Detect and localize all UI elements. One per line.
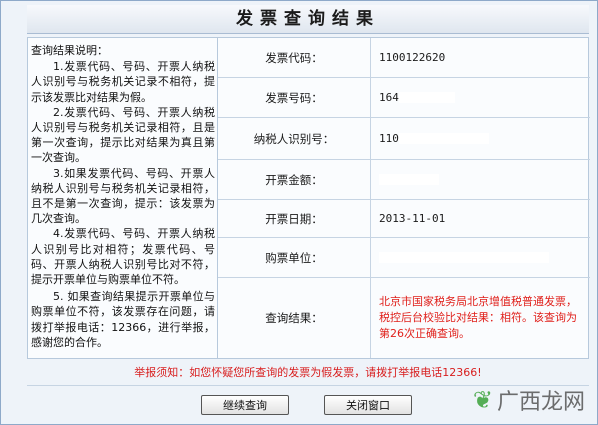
amount-cell: [371, 160, 590, 199]
query-result-window: 发票查询结果 查询结果说明： 1.发票代码、号码、开票人纳税人识别号与税务机关记…: [0, 0, 598, 425]
report-notice: 举报须知：如您怀疑您所查询的发票为假发票，请拨打举报电话12366!: [27, 361, 589, 386]
invoice-code-value: 1100122620: [379, 51, 446, 64]
watermark: ❦ 广西龙网: [472, 386, 585, 415]
row-buyer: 购票单位：: [218, 238, 590, 278]
watermark-text: 广西龙网: [496, 390, 585, 415]
notes-panel: 查询结果说明： 1.发票代码、号码、开票人纳税人识别号与税务机关记录不相符，提示…: [28, 38, 218, 358]
taxpayer-id-cell: 110: [371, 118, 590, 159]
row-invoice-code: 发票代码： 1100122620: [218, 38, 590, 78]
invoice-code-label: 发票代码：: [218, 38, 371, 77]
invoice-number-label: 发票号码：: [218, 78, 371, 117]
date-label: 开票日期：: [218, 200, 371, 237]
row-date: 开票日期： 2013-11-01: [218, 200, 590, 238]
note-item-2: 2.发票代码、号码、开票人纳税人识别号与税务机关记录相符，且是第一次查询，提示比…: [31, 105, 215, 165]
redaction-mask: [379, 174, 439, 185]
result-label: 查询结果：: [218, 278, 371, 358]
redaction-mask: [398, 133, 489, 144]
redaction-mask: [398, 92, 455, 103]
note-item-1: 1.发票代码、号码、开票人纳税人识别号与税务机关记录不相符，提示该发票比对结果为…: [31, 60, 215, 104]
title-bar: 发票查询结果: [27, 5, 589, 34]
invoice-number-value: 164: [379, 91, 399, 104]
buyer-cell: [371, 238, 590, 277]
row-invoice-number: 发票号码： 164: [218, 78, 590, 118]
amount-label: 开票金额：: [218, 160, 371, 199]
invoice-number-cell: 164: [371, 78, 590, 117]
taxpayer-id-value: 110: [379, 132, 399, 145]
page-title: 发票查询结果: [236, 9, 380, 29]
taxpayer-id-label: 纳税人识别号：: [218, 118, 371, 159]
leaf-icon: ❦: [472, 386, 493, 414]
result-cell: 北京市国家税务局北京增值税普通发票，税控后台校验比对结果：相符。该查询为第26次…: [371, 278, 590, 358]
note-item-3: 3.如果发票代码、号码、开票人纳税人识别号与税务机关记录相符，且不是第一次查询，…: [31, 166, 215, 226]
continue-query-button[interactable]: 继续查询: [201, 395, 289, 415]
note-item-4: 4.发票代码、号码、开票人纳税人识别号比对相符；发票代码、号码、开票人纳税人识别…: [31, 227, 215, 287]
row-result: 查询结果： 北京市国家税务局北京增值税普通发票，税控后台校验比对结果：相符。该查…: [218, 278, 590, 358]
close-window-button[interactable]: 关闭窗口: [324, 395, 412, 415]
buyer-label: 购票单位：: [218, 238, 371, 277]
result-value: 北京市国家税务局北京增值税普通发票，税控后台校验比对结果：相符。该查询为第26次…: [379, 295, 577, 340]
result-table: 查询结果说明： 1.发票代码、号码、开票人纳税人识别号与税务机关记录不相符，提示…: [27, 37, 590, 359]
date-value: 2013-11-01: [379, 212, 446, 225]
row-taxpayer-id: 纳税人识别号： 110: [218, 118, 590, 160]
note-item-5: 5. 如果查询结果提示开票单位与购票单位不符，该发票存在问题，请拨打举报电话：1…: [31, 290, 215, 349]
redaction-mask: [379, 252, 549, 263]
row-amount: 开票金额：: [218, 160, 590, 200]
notes-heading: 查询结果说明：: [31, 44, 108, 57]
